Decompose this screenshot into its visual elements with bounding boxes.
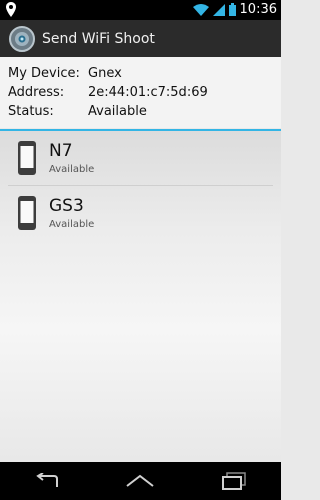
- status-bar: 10:36: [0, 0, 281, 20]
- navigation-bar: [0, 462, 281, 500]
- peer-name: GS3: [49, 196, 84, 216]
- peer-status: Available: [49, 164, 95, 175]
- recent-apps-icon[interactable]: [204, 462, 264, 500]
- wifi-icon: [192, 1, 209, 20]
- peer-name: N7: [49, 141, 73, 161]
- device-name-label: My Device:: [8, 66, 80, 81]
- peer-list-item[interactable]: GS3 Available: [0, 186, 281, 240]
- device-status-value: Available: [88, 104, 147, 119]
- signal-icon: [212, 1, 225, 20]
- home-icon[interactable]: [110, 462, 170, 500]
- device-name-row: My Device: Gnex: [8, 65, 122, 83]
- action-bar: Send WiFi Shoot: [0, 20, 281, 57]
- phone-icon: [18, 196, 36, 234]
- device-name-value: Gnex: [88, 66, 122, 81]
- device-address-label: Address:: [8, 85, 65, 100]
- peer-status: Available: [49, 219, 95, 230]
- wifi-shoot-app-icon[interactable]: [8, 25, 36, 53]
- device-address-row: Address: 2e:44:01:c7:5d:69: [8, 84, 208, 102]
- device-status-label: Status:: [8, 104, 54, 119]
- app-title: Send WiFi Shoot: [42, 30, 155, 47]
- peer-list-item[interactable]: N7 Available: [0, 131, 281, 185]
- device-info-panel: My Device: Gnex Address: 2e:44:01:c7:5d:69…: [0, 57, 281, 128]
- back-icon[interactable]: [17, 462, 77, 500]
- battery-icon: [228, 1, 236, 20]
- status-time: 10:36: [239, 2, 277, 17]
- phone-icon: [18, 141, 36, 179]
- device-address-value: 2e:44:01:c7:5d:69: [88, 85, 208, 100]
- device-status-row: Status: Available: [8, 103, 147, 121]
- location-pin-icon: [6, 2, 16, 21]
- status-icons: 10:36: [192, 0, 277, 20]
